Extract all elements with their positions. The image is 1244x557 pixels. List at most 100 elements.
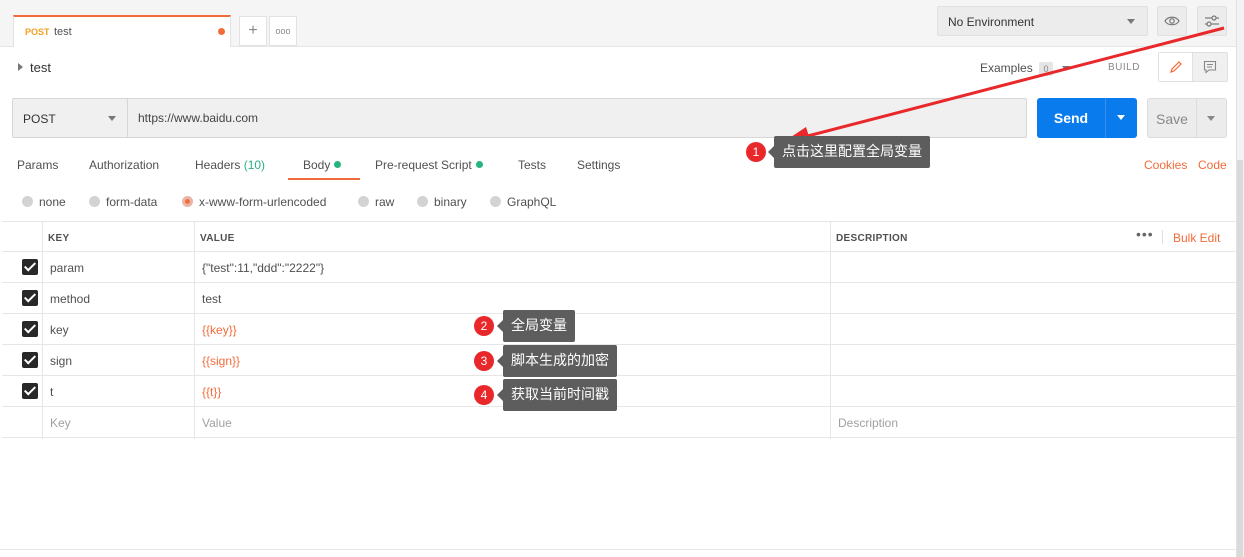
new-value-input[interactable]: Value (202, 416, 232, 430)
save-button[interactable]: Save (1147, 98, 1227, 138)
caret-right-icon (18, 63, 23, 71)
tab-settings[interactable]: Settings (577, 158, 620, 172)
param-key-cell[interactable]: key (50, 323, 69, 337)
body-type-graphql[interactable]: GraphQL (490, 195, 556, 209)
new-tab-button[interactable]: + (239, 16, 267, 46)
new-key-input[interactable]: Key (50, 416, 71, 430)
param-key-cell[interactable]: sign (50, 354, 72, 368)
annotation-badge-4: 4 (474, 385, 494, 405)
method-select-label: POST (23, 112, 56, 126)
body-type-none[interactable]: none (22, 195, 66, 209)
body-type-urlencoded-label: x-www-form-urlencoded (199, 195, 327, 209)
radio-icon (89, 196, 100, 207)
plus-icon: + (248, 22, 258, 39)
tab-headers-count: (10) (243, 158, 266, 172)
tab-headers[interactable]: Headers (10) (195, 158, 265, 172)
body-type-binary[interactable]: binary (417, 195, 467, 209)
tab-more-button[interactable]: ooo (269, 16, 297, 46)
url-bar: POST https://www.baidu.com (12, 98, 1027, 138)
environment-select[interactable]: No Environment (937, 6, 1148, 36)
body-type-binary-label: binary (434, 195, 467, 209)
new-description-input[interactable]: Description (838, 416, 898, 430)
param-value-cell[interactable]: {{t}} (202, 385, 221, 399)
request-title[interactable]: test (18, 60, 51, 75)
radio-icon (490, 196, 501, 207)
request-tab-method: POST (25, 27, 50, 37)
bulk-edit-divider (1162, 230, 1163, 244)
body-type-none-label: none (39, 195, 66, 209)
annotation-note-4: 获取当前时间戳 (497, 379, 617, 411)
tab-body[interactable]: Body (303, 158, 342, 172)
examples-dropdown[interactable]: Examples 0 (980, 61, 1071, 76)
param-value-cell[interactable]: {{sign}} (202, 354, 240, 368)
table-row: method test (2, 283, 1236, 314)
manage-environments-button[interactable] (1197, 6, 1227, 36)
cookies-link[interactable]: Cookies (1144, 158, 1187, 172)
body-type-form-data-label: form-data (106, 195, 158, 209)
bulk-edit-link[interactable]: Bulk Edit (1173, 231, 1220, 245)
radio-icon (22, 196, 33, 207)
annotation-note-1: 点击这里配置全局变量 (768, 136, 930, 168)
comment-icon (1203, 60, 1217, 74)
request-title-text: test (30, 60, 51, 75)
unsaved-dot-icon (218, 28, 225, 35)
row-checkbox[interactable] (22, 259, 38, 275)
eye-icon (1164, 16, 1180, 26)
environment-quick-look-button[interactable] (1157, 6, 1187, 36)
row-checkbox[interactable] (22, 383, 38, 399)
table-row: t {{t}} (2, 376, 1236, 407)
request-tab-name: test (54, 26, 72, 38)
body-type-graphql-label: GraphQL (507, 195, 557, 209)
body-type-form-data[interactable]: form-data (89, 195, 157, 209)
divider (0, 549, 1236, 550)
row-checkbox[interactable] (22, 321, 38, 337)
chevron-down-icon (1127, 19, 1135, 24)
method-select[interactable]: POST (13, 99, 128, 137)
row-checkbox[interactable] (22, 352, 38, 368)
body-type-raw-label: raw (375, 195, 395, 209)
annotation-badge-1: 1 (746, 142, 766, 162)
code-link[interactable]: Code (1198, 158, 1227, 172)
annotation-note-3: 脚本生成的加密 (497, 345, 617, 377)
param-key-cell[interactable]: t (50, 385, 53, 399)
scrollbar-thumb[interactable] (1237, 160, 1243, 557)
param-value-cell[interactable]: {{key}} (202, 323, 237, 337)
chevron-down-icon (1062, 66, 1071, 71)
pencil-icon (1169, 61, 1182, 73)
send-button-label: Send (1053, 110, 1089, 126)
column-header-value: VALUE (200, 233, 235, 244)
column-header-description: DESCRIPTION (836, 233, 908, 244)
param-key-cell[interactable]: param (50, 261, 84, 275)
param-value-cell[interactable]: test (202, 292, 221, 306)
tab-tests[interactable]: Tests (518, 158, 546, 172)
table-row: sign {{sign}} (2, 345, 1236, 376)
body-type-urlencoded[interactable]: x-www-form-urlencoded (182, 195, 326, 209)
tab-prerequest-label: Pre-request Script (375, 158, 472, 172)
more-options-icon[interactable]: ••• (1136, 226, 1154, 242)
param-key-cell[interactable]: method (50, 292, 90, 306)
edit-mode-button[interactable] (1159, 53, 1194, 81)
tab-prerequest-script[interactable]: Pre-request Script (375, 158, 483, 172)
request-tab-active[interactable]: POST test (13, 15, 231, 47)
more-icon: ooo (275, 26, 291, 36)
radio-selected-icon (182, 196, 193, 207)
comments-button[interactable] (1193, 53, 1227, 81)
send-options-chevron-icon[interactable] (1117, 115, 1125, 120)
active-tab-indicator (288, 178, 360, 180)
tab-params[interactable]: Params (17, 158, 58, 172)
url-input[interactable]: https://www.baidu.com (138, 111, 258, 125)
status-dot-icon (475, 161, 483, 168)
body-type-raw[interactable]: raw (358, 195, 394, 209)
radio-icon (358, 196, 369, 207)
tab-authorization[interactable]: Authorization (89, 158, 159, 172)
save-options-chevron-icon[interactable] (1207, 116, 1215, 121)
table-row: param {"test":11,"ddd":"2222"} (2, 252, 1236, 283)
build-label: BUILD (1108, 62, 1140, 73)
annotation-badge-3: 3 (474, 351, 494, 371)
annotation-badge-2: 2 (474, 316, 494, 336)
send-split-divider (1105, 98, 1106, 138)
row-checkbox[interactable] (22, 290, 38, 306)
param-value-cell[interactable]: {"test":11,"ddd":"2222"} (202, 261, 324, 275)
chevron-down-icon (108, 116, 116, 121)
send-button[interactable]: Send (1037, 98, 1137, 138)
